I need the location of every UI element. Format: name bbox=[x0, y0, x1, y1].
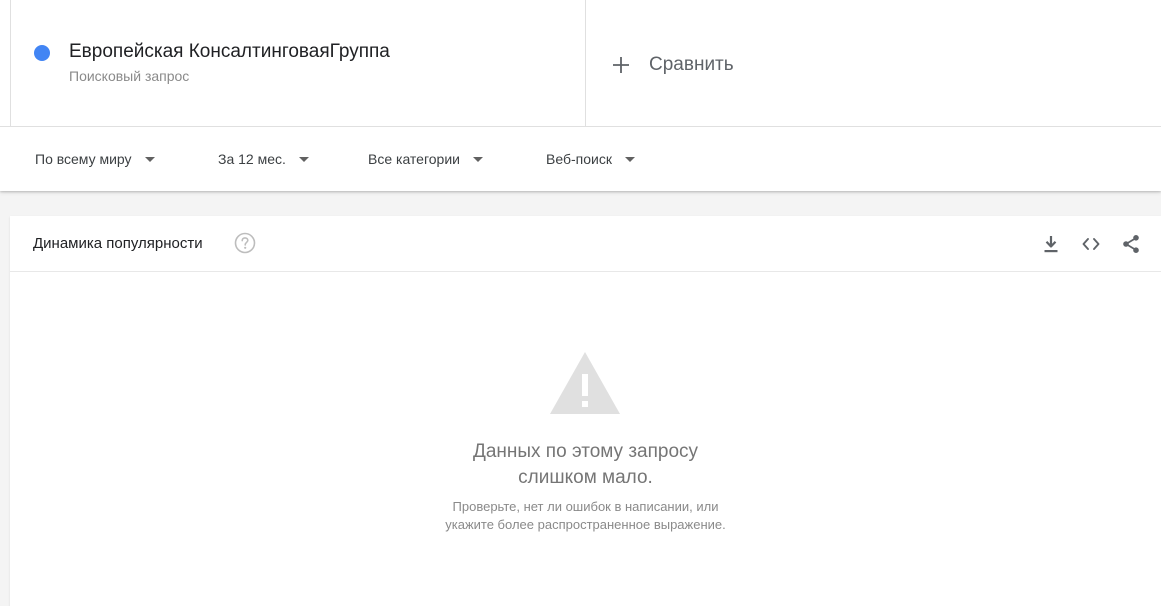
help-icon[interactable] bbox=[234, 232, 256, 254]
period-filter[interactable]: За 12 мес. bbox=[218, 127, 309, 191]
download-icon[interactable] bbox=[1040, 233, 1062, 255]
share-icon[interactable] bbox=[1120, 233, 1142, 255]
interest-over-time-panel: Динамика популярности Данных по этому за bbox=[10, 216, 1161, 606]
caret-down-icon bbox=[144, 156, 155, 162]
region-filter-label: По всему миру bbox=[35, 151, 132, 167]
region-filter[interactable]: По всему миру bbox=[35, 127, 155, 191]
panel-header: Динамика популярности bbox=[10, 216, 1161, 272]
explore-header: Европейская КонсалтинговаяГруппа Поисков… bbox=[0, 0, 1161, 191]
filters-bar: По всему миру За 12 мес. Все категории В… bbox=[0, 127, 1161, 191]
plus-icon bbox=[613, 57, 629, 73]
compare-label: Сравнить bbox=[649, 54, 734, 75]
category-filter[interactable]: Все категории bbox=[368, 127, 483, 191]
term-color-dot bbox=[34, 45, 50, 61]
empty-state-title: Данных по этому запросу слишком мало. bbox=[10, 439, 1161, 491]
caret-down-icon bbox=[298, 156, 309, 162]
empty-state-hint-line: Проверьте, нет ли ошибок в написании, ил… bbox=[452, 499, 719, 514]
period-filter-label: За 12 мес. bbox=[218, 151, 286, 167]
search-term-card[interactable]: Европейская КонсалтинговаяГруппа Поисков… bbox=[10, 0, 586, 127]
search-type-filter-label: Веб-поиск bbox=[546, 151, 612, 167]
empty-state: Данных по этому запросу слишком мало. Пр… bbox=[10, 272, 1161, 606]
empty-state-title-line: Данных по этому запросу bbox=[472, 441, 699, 462]
empty-state-title-line: слишком мало. bbox=[518, 467, 653, 488]
caret-down-icon bbox=[624, 156, 635, 162]
warning-icon bbox=[550, 352, 620, 414]
embed-icon[interactable] bbox=[1080, 233, 1102, 255]
search-terms-row: Европейская КонсалтинговаяГруппа Поисков… bbox=[0, 0, 1161, 127]
empty-state-hint: Проверьте, нет ли ошибок в написании, ил… bbox=[10, 498, 1161, 534]
caret-down-icon bbox=[472, 156, 483, 162]
empty-state-hint-line: укажите более распространенное выражение… bbox=[445, 517, 726, 532]
search-type-filter[interactable]: Веб-поиск bbox=[546, 127, 635, 191]
category-filter-label: Все категории bbox=[368, 151, 460, 167]
compare-button[interactable]: Сравнить bbox=[612, 50, 734, 80]
search-term-title: Европейская КонсалтинговаяГруппа bbox=[69, 41, 390, 62]
panel-title: Динамика популярности bbox=[33, 235, 203, 252]
search-term-type: Поисковый запрос bbox=[69, 68, 190, 84]
